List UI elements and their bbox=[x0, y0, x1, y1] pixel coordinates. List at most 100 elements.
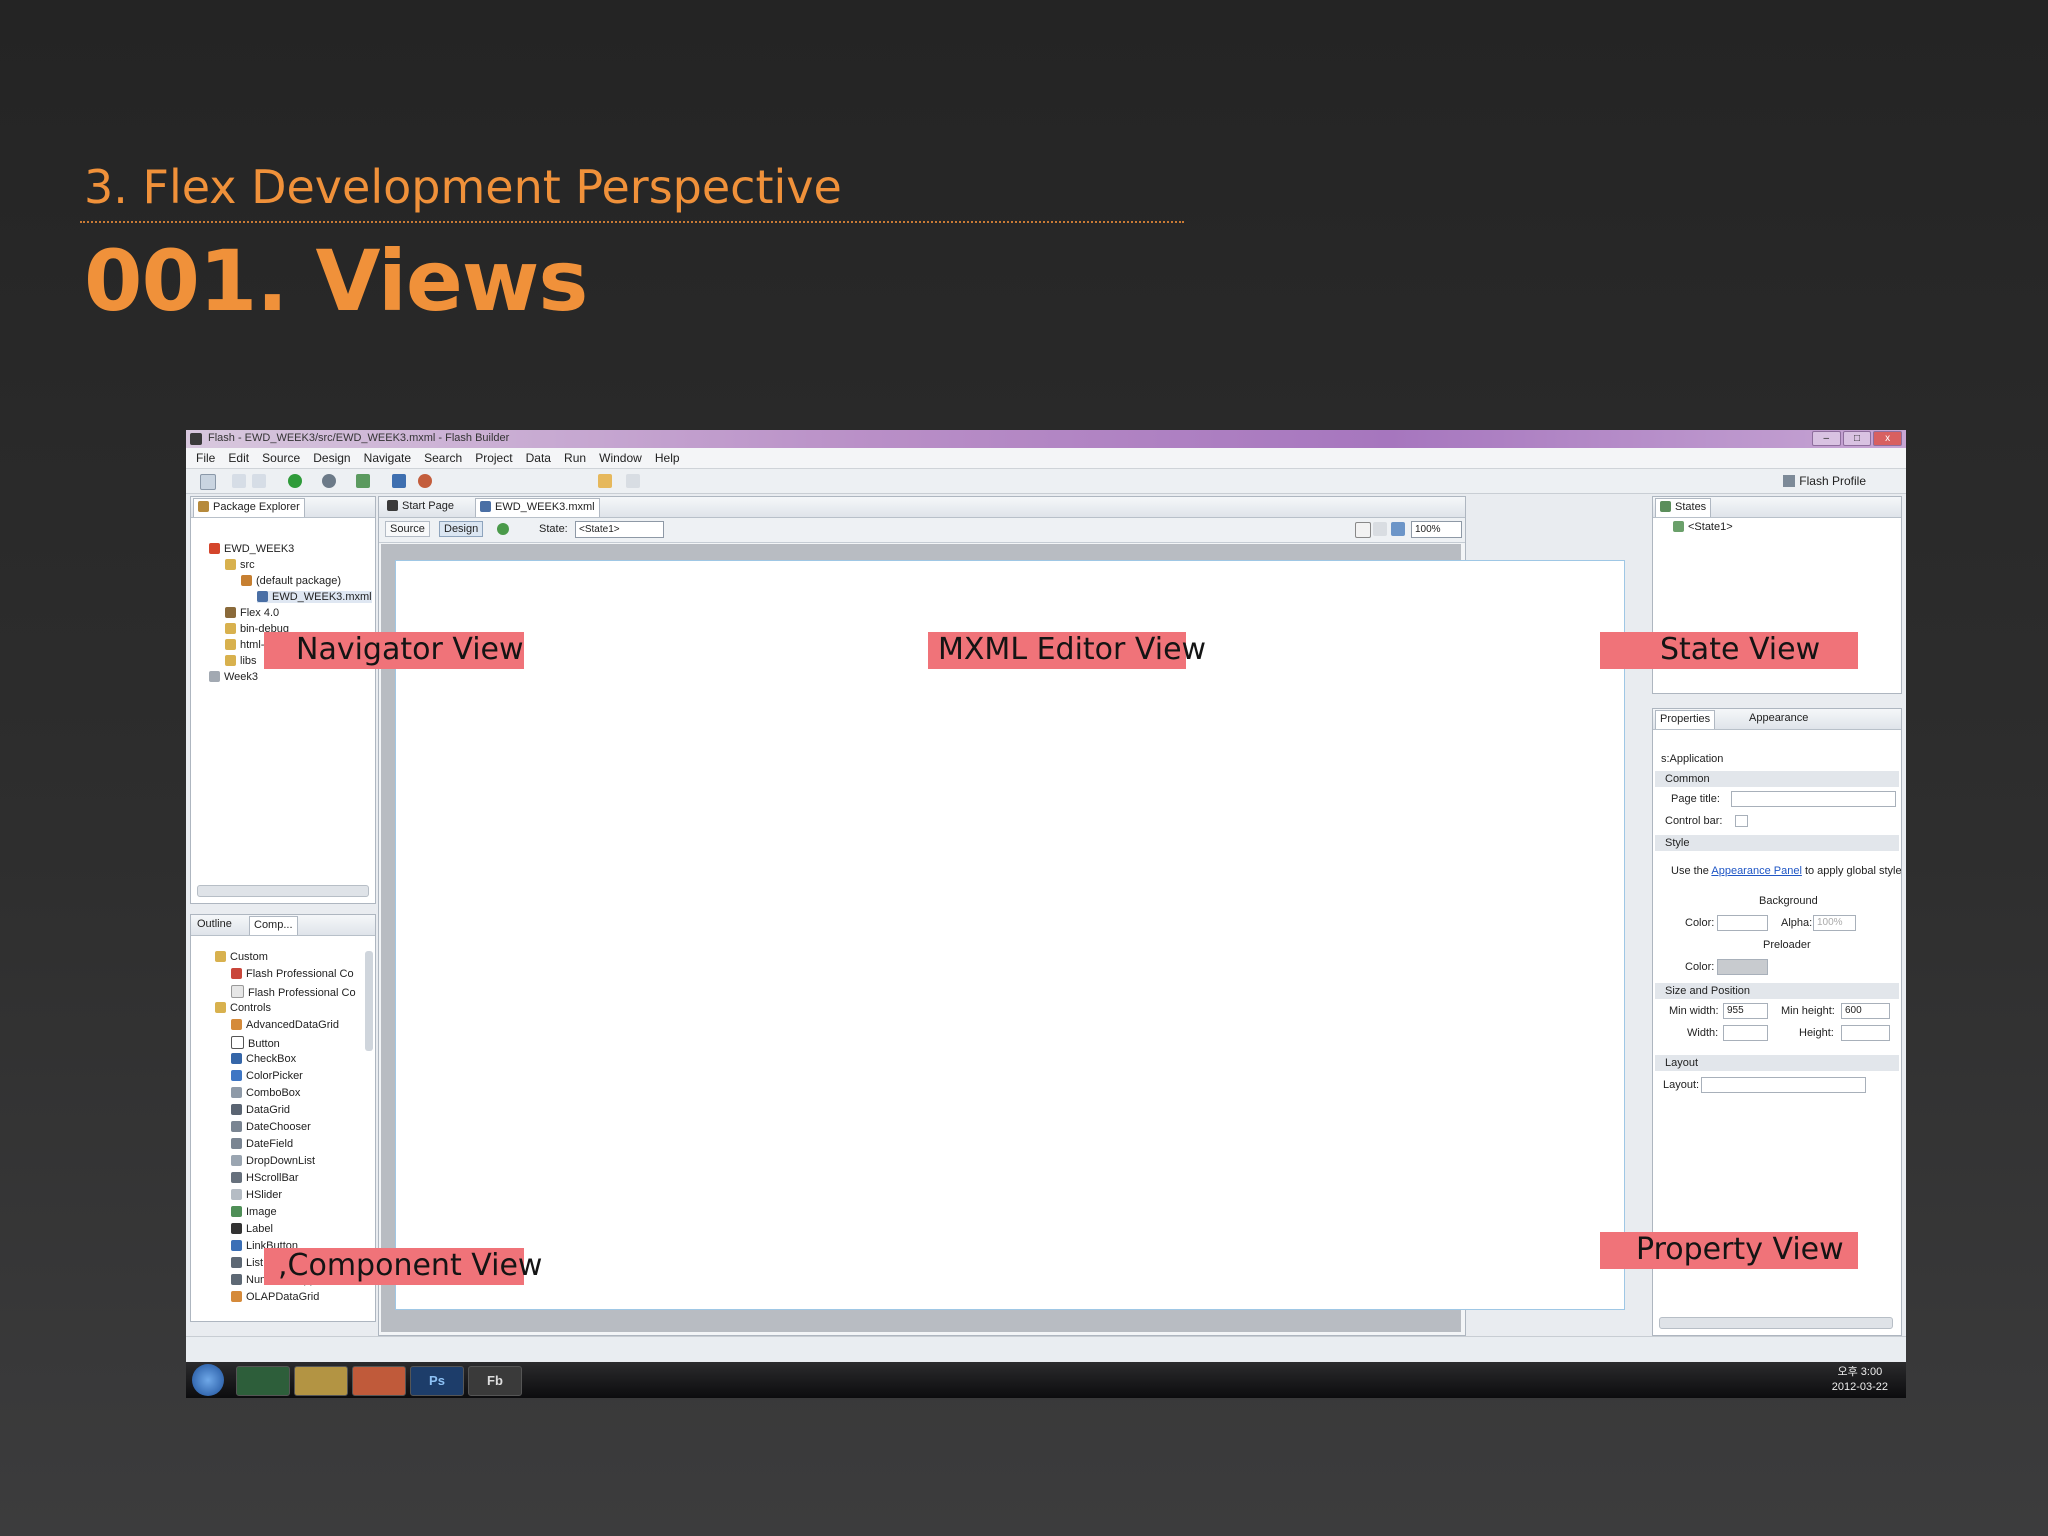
pan-tool-icon[interactable] bbox=[1373, 522, 1387, 536]
nav-forward-icon[interactable] bbox=[626, 474, 640, 488]
height-field[interactable] bbox=[1841, 1025, 1890, 1041]
list-item[interactable]: AdvancedDataGrid bbox=[231, 1019, 339, 1031]
zoom-icon[interactable] bbox=[1391, 522, 1405, 536]
tree-item-default-package[interactable]: (default package) bbox=[241, 575, 341, 587]
flash-builder-taskbar-icon[interactable]: Fb bbox=[468, 1366, 522, 1396]
list-item-custom[interactable]: Custom bbox=[215, 951, 268, 963]
design-canvas[interactable] bbox=[395, 560, 1625, 1310]
new-icon[interactable] bbox=[200, 474, 216, 490]
list-item-label: HScrollBar bbox=[246, 1172, 299, 1184]
source-mode-button[interactable]: Source bbox=[385, 521, 430, 537]
section-style[interactable]: Style bbox=[1655, 835, 1899, 851]
tab-outline[interactable]: Outline bbox=[193, 918, 236, 930]
bg-color-swatch[interactable] bbox=[1717, 915, 1768, 931]
folder-icon bbox=[225, 639, 236, 650]
nav-back-icon[interactable] bbox=[598, 474, 612, 488]
explorer-taskbar-icon[interactable] bbox=[294, 1366, 348, 1396]
tree-item-mxml[interactable]: EWD_WEEK3.mxml bbox=[257, 591, 372, 603]
export-icon[interactable] bbox=[392, 474, 406, 488]
list-item[interactable]: ColorPicker bbox=[231, 1070, 303, 1082]
list-item[interactable]: ComboBox bbox=[231, 1087, 300, 1099]
perspective-switcher[interactable]: Flash Profile bbox=[1783, 474, 1866, 488]
tab-start-page[interactable]: Start Page bbox=[383, 500, 458, 512]
refresh-icon[interactable] bbox=[497, 523, 509, 535]
appearance-panel-link[interactable]: Appearance Panel bbox=[1711, 865, 1802, 877]
tree-item-flex-sdk[interactable]: Flex 4.0 bbox=[225, 607, 279, 619]
list-item-controls[interactable]: Controls bbox=[215, 1002, 271, 1014]
ie-taskbar-icon[interactable] bbox=[236, 1366, 290, 1396]
debug-icon[interactable] bbox=[322, 474, 336, 488]
tree-item-project[interactable]: EWD_WEEK3 bbox=[209, 543, 294, 555]
menu-navigate[interactable]: Navigate bbox=[364, 451, 411, 465]
tab-components[interactable]: Comp... bbox=[249, 916, 298, 935]
state-dropdown[interactable]: <State1> bbox=[575, 521, 664, 538]
list-item[interactable]: Image bbox=[231, 1206, 277, 1218]
photoshop-taskbar-icon[interactable]: Ps bbox=[410, 1366, 464, 1396]
list-item[interactable]: OLAPDataGrid bbox=[231, 1291, 319, 1303]
tab-states[interactable]: States bbox=[1655, 498, 1712, 517]
list-item[interactable]: DropDownList bbox=[231, 1155, 315, 1167]
tab-package-explorer-label: Package Explorer bbox=[213, 501, 300, 513]
min-width-field[interactable]: 955 bbox=[1723, 1003, 1768, 1019]
main-toolbar: Flash Profile bbox=[186, 469, 1906, 494]
list-item[interactable]: DateField bbox=[231, 1138, 293, 1150]
tree-item-libs[interactable]: libs bbox=[225, 655, 257, 667]
list-item[interactable]: Button bbox=[231, 1036, 280, 1050]
control-bar-checkbox[interactable] bbox=[1735, 815, 1748, 827]
save-icon[interactable] bbox=[232, 474, 246, 488]
menu-edit[interactable]: Edit bbox=[228, 451, 249, 465]
project-icon bbox=[209, 543, 220, 554]
list-item[interactable]: Flash Professional Co bbox=[231, 968, 354, 980]
list-item-state1[interactable]: <State1> bbox=[1673, 521, 1733, 533]
maximize-button[interactable]: □ bbox=[1842, 431, 1872, 446]
start-button-icon[interactable] bbox=[192, 1364, 224, 1396]
list-item[interactable]: Flash Professional Co bbox=[231, 985, 356, 999]
menu-help[interactable]: Help bbox=[655, 451, 680, 465]
width-field[interactable] bbox=[1723, 1025, 1768, 1041]
list-item[interactable]: HSlider bbox=[231, 1189, 282, 1201]
list-item[interactable]: DateChooser bbox=[231, 1121, 311, 1133]
section-common[interactable]: Common bbox=[1655, 771, 1899, 787]
search-icon[interactable] bbox=[418, 474, 432, 488]
system-clock[interactable]: 오후 3:00 2012-03-22 bbox=[1832, 1365, 1888, 1395]
profile-icon[interactable] bbox=[356, 474, 370, 488]
tree-item-week3[interactable]: Week3 bbox=[209, 671, 258, 683]
vertical-scrollbar[interactable] bbox=[365, 951, 373, 1051]
menu-search[interactable]: Search bbox=[424, 451, 462, 465]
menu-source[interactable]: Source bbox=[262, 451, 300, 465]
min-height-field[interactable]: 600 bbox=[1841, 1003, 1890, 1019]
menu-project[interactable]: Project bbox=[475, 451, 512, 465]
list-item[interactable]: DataGrid bbox=[231, 1104, 290, 1116]
print-icon[interactable] bbox=[252, 474, 266, 488]
zoom-dropdown[interactable]: 100% bbox=[1411, 521, 1462, 538]
tab-properties[interactable]: Properties bbox=[1655, 710, 1716, 729]
menu-file[interactable]: File bbox=[196, 451, 215, 465]
layout-dropdown[interactable] bbox=[1701, 1077, 1866, 1093]
list-item[interactable]: CheckBox bbox=[231, 1053, 296, 1065]
horizontal-scrollbar[interactable] bbox=[197, 885, 369, 897]
preloader-color-swatch[interactable] bbox=[1717, 959, 1768, 975]
menu-data[interactable]: Data bbox=[526, 451, 551, 465]
pointer-tool-icon[interactable] bbox=[1355, 522, 1371, 538]
menu-design[interactable]: Design bbox=[313, 451, 350, 465]
tree-item-label: (default package) bbox=[256, 575, 341, 587]
list-item[interactable]: Label bbox=[231, 1223, 273, 1235]
section-size-position[interactable]: Size and Position bbox=[1655, 983, 1899, 999]
tree-item-src[interactable]: src bbox=[225, 559, 255, 571]
menu-run[interactable]: Run bbox=[564, 451, 586, 465]
page-title-field[interactable] bbox=[1731, 791, 1896, 807]
close-button[interactable]: x bbox=[1873, 431, 1903, 446]
section-layout[interactable]: Layout bbox=[1655, 1055, 1899, 1071]
alpha-field[interactable]: 100% bbox=[1813, 915, 1856, 931]
design-mode-button[interactable]: Design bbox=[439, 521, 484, 537]
run-icon[interactable] bbox=[288, 474, 302, 488]
tab-package-explorer[interactable]: Package Explorer bbox=[193, 498, 305, 517]
tab-mxml-file[interactable]: EWD_WEEK3.mxml bbox=[475, 498, 600, 517]
tab-appearance[interactable]: Appearance bbox=[1745, 712, 1812, 724]
list-item[interactable]: HScrollBar bbox=[231, 1172, 299, 1184]
minimize-button[interactable]: – bbox=[1812, 431, 1841, 446]
menu-window[interactable]: Window bbox=[599, 451, 642, 465]
media-taskbar-icon[interactable] bbox=[352, 1366, 406, 1396]
horizontal-scrollbar[interactable] bbox=[1659, 1317, 1893, 1329]
list-item[interactable]: List bbox=[231, 1257, 263, 1269]
